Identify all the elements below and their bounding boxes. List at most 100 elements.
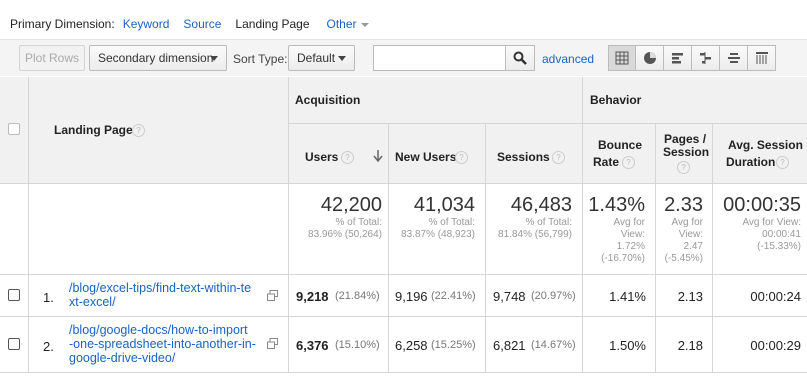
- select-all-header: [0, 77, 29, 184]
- row-new-users-value: 9,196: [395, 289, 428, 304]
- avg-session-duration-label-line2: Duration: [726, 155, 776, 169]
- total-sessions: 46,483 % of Total: 81.84% (56,799): [486, 184, 583, 275]
- open-link-icon[interactable]: [267, 290, 278, 301]
- row-users: 6,376 (15.10%): [289, 317, 389, 373]
- landing-page-link[interactable]: /blog/google-docs/how-to-import -one-spr…: [69, 323, 256, 365]
- table-search-input[interactable]: [373, 45, 506, 71]
- acquisition-label: Acquisition: [295, 93, 361, 107]
- select-all-checkbox[interactable]: [8, 123, 20, 135]
- total-users-caption: % of Total:: [335, 217, 382, 228]
- open-link-icon[interactable]: [267, 338, 278, 349]
- row-checkbox[interactable]: [8, 289, 20, 301]
- avg-session-duration-column-header[interactable]: Avg. Session Duration ?: [713, 124, 807, 184]
- pivot-view-button[interactable]: [748, 45, 776, 71]
- row-avg-session-duration: 00:00:24: [713, 275, 807, 317]
- acquisition-group-header: Acquisition: [289, 77, 583, 124]
- landing-page-link-line: -one-spreadsheet-into-another-in-: [69, 337, 256, 351]
- row-users-value: 9,218: [296, 289, 329, 304]
- view-switcher: [608, 45, 776, 71]
- primary-dimension-label: Primary Dimension:: [10, 17, 115, 31]
- total-bounce-rate-view-avg: 1.72%: [616, 241, 645, 252]
- behavior-label: Behavior: [590, 93, 642, 107]
- totals-row-spacer: [0, 184, 29, 275]
- total-avg-session-duration-value: 00:00:35: [723, 194, 801, 216]
- table-toolbar: Plot Rows Secondary dimension Sort Type:…: [0, 39, 807, 76]
- total-new-users-caption: % of Total:: [428, 217, 475, 228]
- total-pages-session-value: 2.33: [664, 194, 703, 216]
- row-new-users: 9,196 (22.41%): [389, 275, 486, 317]
- row-pages-session-value: 2.13: [677, 289, 703, 304]
- term-cloud-view-button[interactable]: [720, 45, 748, 71]
- sessions-column-header[interactable]: Sessions ?: [486, 124, 583, 184]
- dimension-other-dropdown[interactable]: Other: [327, 17, 369, 31]
- total-sessions-share: 81.84% (56,799): [498, 229, 572, 240]
- row-avg-session-duration-value: 00:00:24: [750, 289, 801, 304]
- row-new-users-pct: (15.25%): [431, 339, 476, 351]
- landing-page-link[interactable]: /blog/excel-tips/find-text-within-te xt-…: [69, 281, 251, 309]
- pie-view-icon: [643, 52, 656, 64]
- totals-row-label: [29, 184, 289, 275]
- row-sessions: 9,748 (20.97%): [486, 275, 583, 317]
- bounce-rate-column-header[interactable]: Bounce Rate ?: [583, 124, 656, 184]
- total-bounce-rate-value: 1.43%: [588, 194, 645, 216]
- dimension-source-link[interactable]: Source: [183, 17, 221, 31]
- performance-view-icon: [671, 53, 683, 64]
- row-sessions-pct: (20.97%): [531, 290, 576, 302]
- help-icon: ?: [552, 151, 565, 164]
- table-row: [0, 275, 29, 317]
- sort-type-value: Default: [297, 51, 336, 65]
- sort-type-dropdown[interactable]: Default: [288, 45, 355, 71]
- dimension-keyword-link[interactable]: Keyword: [123, 17, 170, 31]
- avg-session-duration-label-line1: Avg. Session: [728, 138, 803, 152]
- row-users: 9,218 (21.84%): [289, 275, 389, 317]
- search-button[interactable]: [505, 45, 535, 71]
- advanced-filter-link[interactable]: advanced: [542, 52, 594, 66]
- table-view-button[interactable]: [608, 45, 636, 71]
- sessions-column-label: Sessions: [497, 150, 550, 164]
- help-icon: ?: [622, 156, 635, 169]
- row-pages-session-value: 2.18: [677, 338, 703, 353]
- total-pages-session-delta: (-5.45%): [664, 253, 703, 264]
- chevron-down-icon: [338, 56, 346, 61]
- behavior-group-header: Behavior: [583, 77, 807, 124]
- row-pages-session: 2.13: [656, 275, 713, 317]
- total-bounce-rate-delta: (-16.70%): [601, 253, 645, 264]
- users-column-header[interactable]: Users ?: [289, 124, 389, 184]
- performance-view-button[interactable]: [664, 45, 692, 71]
- pages-session-label-line1: Pages /: [664, 132, 707, 146]
- row-new-users-value: 6,258: [395, 338, 428, 353]
- row-sessions-value: 9,748: [493, 289, 526, 304]
- help-icon: ?: [132, 124, 145, 137]
- landing-page-link-line: /blog/excel-tips/find-text-within-te: [69, 281, 252, 295]
- secondary-dimension-dropdown[interactable]: Secondary dimension: [89, 45, 227, 71]
- row-users-value: 6,376: [296, 338, 329, 353]
- dimension-landing-page-active: Landing Page: [235, 17, 310, 31]
- row-new-users: 6,258 (15.25%): [389, 317, 486, 373]
- search-icon: [513, 51, 527, 65]
- help-icon: ?: [677, 161, 690, 174]
- primary-dimension-bar: Primary Dimension: Keyword Source Landin…: [10, 16, 369, 32]
- pie-view-button[interactable]: [636, 45, 664, 71]
- sort-descending-icon: [373, 150, 383, 162]
- row-bounce-rate-value: 1.50%: [609, 338, 646, 353]
- help-icon: ?: [776, 156, 789, 169]
- bounce-rate-label-line2: Rate: [593, 155, 620, 169]
- total-new-users-share: 83.87% (48,923): [401, 229, 475, 240]
- comparison-view-button[interactable]: [692, 45, 720, 71]
- landing-page-link-line: xt-excel/: [69, 295, 116, 309]
- help-icon: ?: [455, 151, 468, 164]
- pages-session-column-header[interactable]: Pages / Session ?: [656, 124, 713, 184]
- chevron-down-icon: [360, 23, 369, 27]
- row-users-pct: (15.10%): [335, 339, 380, 351]
- row-bounce-rate: 1.41%: [583, 275, 656, 317]
- total-sessions-value: 46,483: [510, 194, 572, 216]
- table-view-icon: [615, 51, 629, 65]
- landing-page-header-label: Landing Page: [54, 123, 133, 137]
- total-avg-session-duration-view-avg: 00:00:41: [762, 229, 801, 240]
- row-checkbox[interactable]: [8, 338, 20, 350]
- row-bounce-rate: 1.50%: [583, 317, 656, 373]
- plot-rows-button[interactable]: Plot Rows: [19, 45, 85, 71]
- new-users-column-header[interactable]: New Users ?: [389, 124, 486, 184]
- total-avg-session-duration-caption: Avg for View:: [742, 217, 801, 228]
- total-users-value: 42,200: [320, 194, 382, 216]
